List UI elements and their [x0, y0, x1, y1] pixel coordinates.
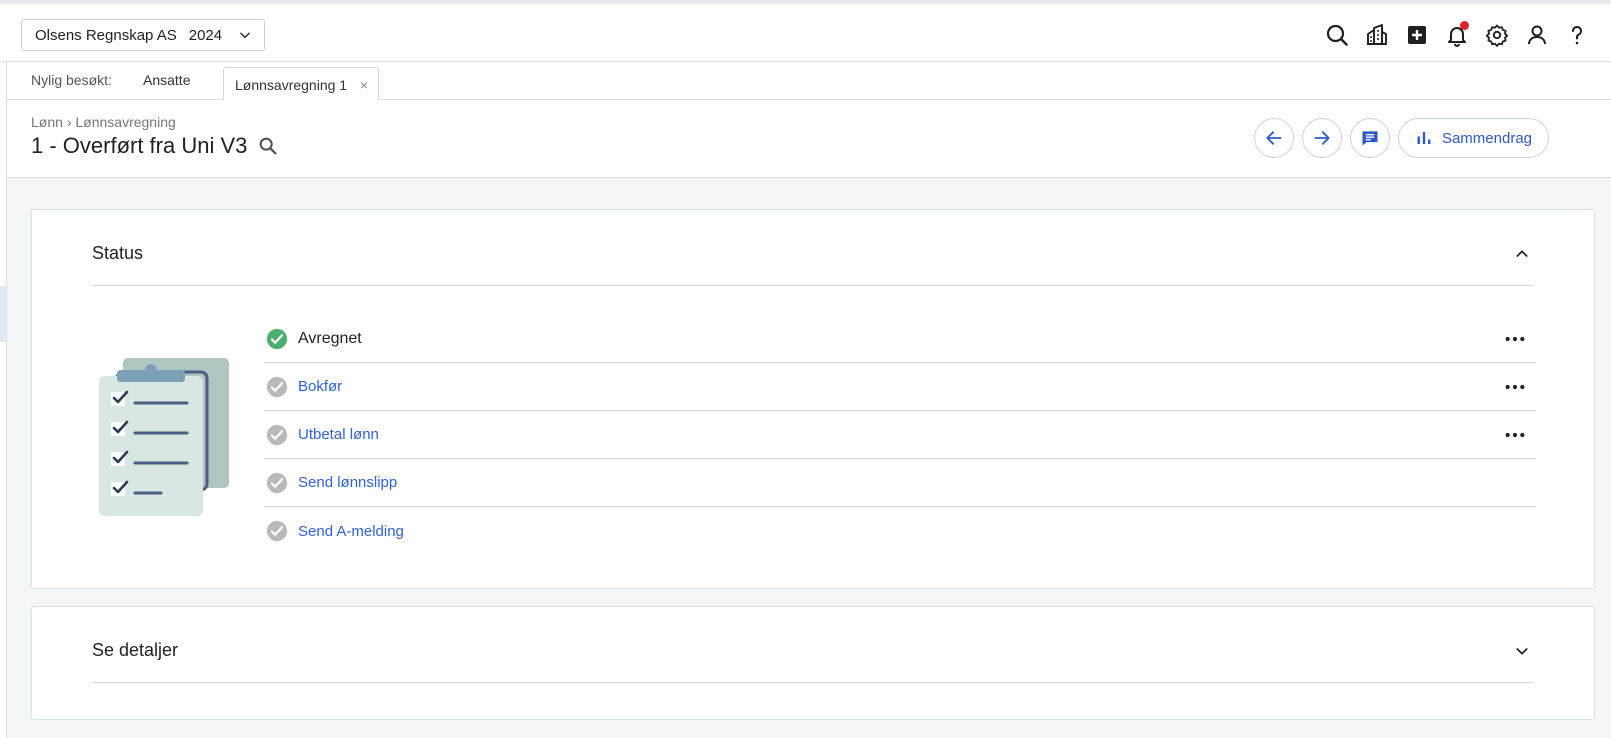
notification-badge: [1460, 21, 1469, 30]
more-options-icon[interactable]: [1504, 426, 1526, 444]
more-options-icon[interactable]: [1504, 378, 1526, 396]
companies-button[interactable]: [1363, 20, 1391, 50]
check-circle-pending-icon: [266, 520, 288, 542]
company-selector[interactable]: Olsens Regnskap AS 2024: [21, 19, 265, 51]
chevron-up-icon[interactable]: [1514, 246, 1530, 262]
step-link-send-lonnslipp[interactable]: Send lønnslipp: [298, 474, 397, 491]
bar-chart-icon: [1417, 132, 1431, 144]
breadcrumb: Lønn › Lønnsavregning: [31, 114, 176, 130]
page-header: Lønn › Lønnsavregning 1 - Overført fra U…: [7, 100, 1611, 178]
page-title: 1 - Overført fra Uni V3: [31, 133, 248, 158]
status-steps: Avregnet Bokfør Utbetal lønn Send lønnsl…: [264, 315, 1536, 555]
settings-button[interactable]: [1483, 20, 1511, 50]
close-tab-icon[interactable]: ×: [360, 77, 368, 93]
top-bar: Olsens Regnskap AS 2024: [0, 4, 1611, 62]
search-icon[interactable]: [257, 135, 279, 157]
summary-label: Sammendrag: [1441, 129, 1532, 147]
plus-box-icon: [1408, 26, 1426, 44]
notifications-button[interactable]: [1443, 20, 1471, 50]
step-label: Avregnet: [298, 329, 362, 347]
step-avregnet: Avregnet: [264, 315, 1536, 363]
clipboard-illustration: [99, 358, 229, 516]
step-utbetal-lonn: Utbetal lønn: [264, 411, 1536, 459]
comments-button[interactable]: [1349, 118, 1390, 158]
help-icon: [1571, 25, 1583, 45]
status-title: Status: [92, 243, 144, 263]
help-button[interactable]: [1563, 20, 1591, 50]
step-link-bokfor[interactable]: Bokfør: [298, 378, 342, 395]
companies-icon: [1367, 24, 1387, 45]
comment-icon: [1362, 131, 1378, 146]
step-bokfor: Bokfør: [264, 363, 1536, 411]
tab-lonnsavregning[interactable]: Lønnsavregning 1 ×: [223, 67, 379, 101]
chevron-down-icon: [240, 32, 250, 39]
check-circle-pending-icon: [266, 424, 288, 445]
left-rail-indicator: [0, 286, 6, 342]
status-card: Status Avregnet Bokfør Utbetal lønn Send…: [31, 209, 1595, 589]
details-header[interactable]: Se detaljer: [92, 619, 1534, 683]
status-header[interactable]: Status: [92, 222, 1534, 286]
check-circle-pending-icon: [266, 472, 288, 493]
search-icon: [1326, 24, 1348, 46]
gear-icon: [1485, 24, 1509, 47]
recent-tabs-bar: Nylig besøkt: Ansatte Lønnsavregning 1 ×: [7, 62, 1611, 101]
arrow-left-icon: [1266, 131, 1282, 145]
tab-label: Lønnsavregning 1: [235, 77, 348, 93]
arrow-right-icon: [1314, 131, 1330, 145]
check-circle-done-icon: [266, 328, 288, 349]
left-rail: [0, 62, 7, 738]
step-send-lonnslipp: Send lønnslipp: [264, 459, 1536, 507]
search-button[interactable]: [1323, 20, 1351, 50]
breadcrumb-lonnsavregning[interactable]: Lønnsavregning: [75, 114, 175, 130]
details-title: Se detaljer: [92, 640, 179, 660]
company-year: 2024: [188, 26, 223, 44]
user-button[interactable]: [1523, 20, 1551, 50]
tab-ansatte[interactable]: Ansatte: [143, 72, 190, 88]
user-icon: [1528, 25, 1546, 45]
step-link-send-a-melding[interactable]: Send A-melding: [298, 523, 404, 540]
company-name: Olsens Regnskap AS: [35, 26, 177, 44]
check-circle-pending-icon: [266, 376, 288, 397]
next-button[interactable]: [1301, 118, 1342, 158]
summary-button[interactable]: Sammendrag: [1397, 118, 1549, 158]
breadcrumb-separator: ›: [66, 114, 72, 130]
recent-label: Nylig besøkt:: [31, 72, 112, 88]
details-card: Se detaljer: [31, 606, 1595, 720]
previous-button[interactable]: [1253, 118, 1294, 158]
new-button[interactable]: [1403, 20, 1431, 50]
step-send-a-melding: Send A-melding: [264, 507, 1536, 555]
step-link-utbetal-lonn[interactable]: Utbetal lønn: [298, 426, 379, 443]
more-options-icon[interactable]: [1504, 330, 1526, 348]
page-title-row: 1 - Overført fra Uni V3: [31, 133, 279, 159]
chevron-down-icon[interactable]: [1514, 643, 1530, 659]
breadcrumb-lonn[interactable]: Lønn: [31, 114, 63, 130]
